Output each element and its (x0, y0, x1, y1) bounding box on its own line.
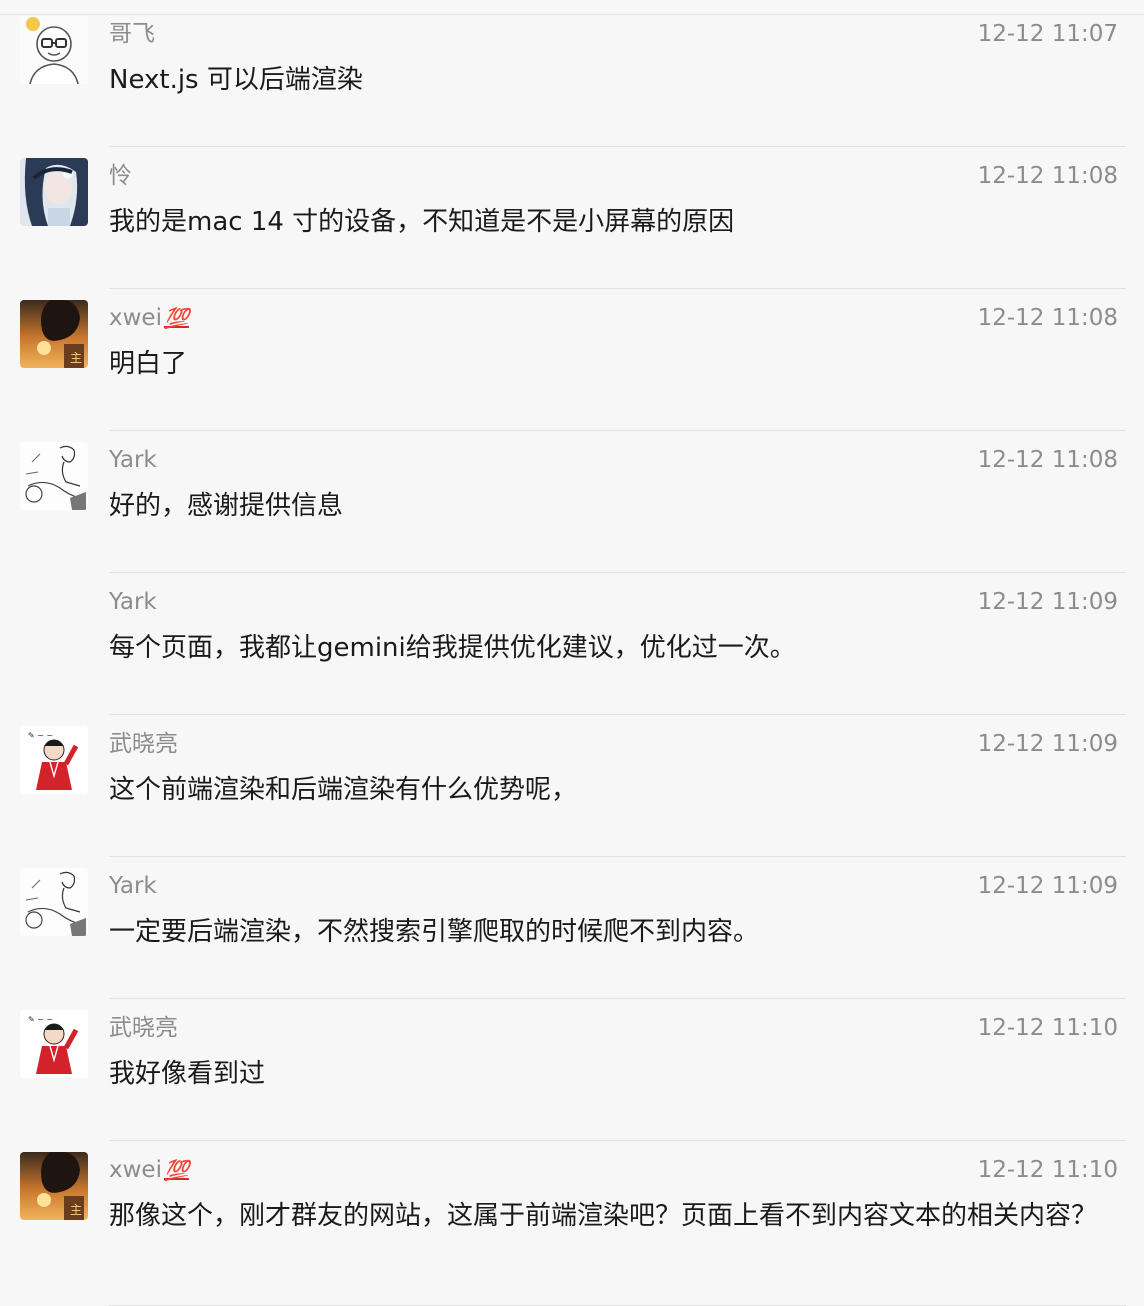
message-timestamp: 12-12 11:09 (977, 873, 1118, 899)
message-divider (109, 1140, 1126, 1141)
message-timestamp: 12-12 11:08 (977, 447, 1118, 473)
message-timestamp: 12-12 11:09 (977, 731, 1118, 757)
message-text: 那像这个，刚才群友的网站，这属于前端渲染吧？页面上看不到内容文本的相关内容？ (109, 1201, 1098, 1231)
sender-name[interactable]: 哥飞 (109, 19, 155, 49)
sunset-silhouette-avatar[interactable]: 主 (20, 1152, 88, 1220)
anime-girl-avatar[interactable] (20, 158, 88, 226)
sender-name[interactable]: Yark (109, 445, 157, 475)
chat-message: 主 xwei 💯 12-12 11:10 那像这个，刚才群友的网站，这属于前端渲染… (0, 1152, 1144, 1306)
message-timestamp: 12-12 11:09 (977, 589, 1118, 615)
svg-text:✎ ~ ~: ✎ ~ ~ (28, 731, 53, 740)
message-timestamp: 12-12 11:07 (977, 21, 1118, 47)
message-text: 我好像看到过 (109, 1059, 266, 1089)
message-text: 好的，感谢提供信息 (109, 491, 344, 521)
svg-text:✎ ~ ~: ✎ ~ ~ (28, 1015, 53, 1024)
red-robe-figure-avatar[interactable]: ✎ ~ ~ (20, 726, 88, 794)
message-timestamp: 12-12 11:10 (977, 1157, 1118, 1183)
chat-message: 主 xwei 💯 12-12 11:08 明白了 (0, 300, 1144, 442)
sender-name[interactable]: 武晓亮 (109, 729, 178, 759)
hundred-points-icon: 💯 (163, 306, 189, 330)
hundred-points-icon: 💯 (163, 1158, 189, 1182)
chat-message: Yark 12-12 11:09 每个页面，我都让gemini给我提供优化建议，… (0, 584, 1144, 726)
message-divider (109, 288, 1126, 289)
svg-text:主: 主 (70, 351, 82, 365)
message-text: 我的是mac 14 寸的设备，不知道是不是小屏幕的原因 (109, 207, 735, 237)
sunset-silhouette-avatar[interactable]: 主 (20, 300, 88, 368)
chat-message: Yark 12-12 11:09 一定要后端渲染，不然搜索引擎爬取的时候爬不到内… (0, 868, 1144, 1010)
sender-name[interactable]: xwei 💯 (109, 1155, 189, 1185)
chat-message: ✎ ~ ~ 武晓亮 12-12 11:10 我好像看到过 (0, 1010, 1144, 1152)
sketch-rider-avatar[interactable] (20, 442, 88, 510)
message-divider (109, 998, 1126, 999)
sender-name[interactable]: 武晓亮 (109, 1013, 178, 1043)
red-robe-figure-avatar[interactable]: ✎ ~ ~ (20, 1010, 88, 1078)
bald-glasses-man-avatar[interactable] (20, 16, 88, 84)
sender-name[interactable]: xwei 💯 (109, 303, 189, 333)
chat-message: 哥飞 12-12 11:07 Next.js 可以后端渲染 (0, 16, 1144, 158)
sketch-rider-avatar[interactable] (20, 868, 88, 936)
message-divider (109, 714, 1126, 715)
message-text: Next.js 可以后端渲染 (109, 65, 363, 95)
message-text: 这个前端渲染和后端渲染有什么优势呢， (109, 775, 578, 805)
sender-name[interactable]: Yark (109, 587, 157, 617)
sender-name[interactable]: Yark (109, 871, 157, 901)
message-text: 每个页面，我都让gemini给我提供优化建议，优化过一次。 (109, 633, 796, 663)
message-divider (109, 572, 1126, 573)
message-divider (109, 430, 1126, 431)
message-timestamp: 12-12 11:08 (977, 305, 1118, 331)
message-divider (109, 856, 1126, 857)
chat-message: Yark 12-12 11:08 好的，感谢提供信息 (0, 442, 1144, 584)
message-timestamp: 12-12 11:10 (977, 1015, 1118, 1041)
sender-name[interactable]: 怜 (109, 161, 132, 191)
message-text: 一定要后端渲染，不然搜索引擎爬取的时候爬不到内容。 (109, 917, 760, 947)
svg-text:主: 主 (70, 1203, 82, 1217)
message-text: 明白了 (109, 349, 188, 379)
top-divider (0, 14, 1144, 15)
chat-message: ✎ ~ ~ 武晓亮 12-12 11:09 这个前端渲染和后端渲染有什么优势呢， (0, 726, 1144, 868)
message-timestamp: 12-12 11:08 (977, 163, 1118, 189)
chat-message: 怜 12-12 11:08 我的是mac 14 寸的设备，不知道是不是小屏幕的原… (0, 158, 1144, 300)
message-divider (109, 146, 1126, 147)
